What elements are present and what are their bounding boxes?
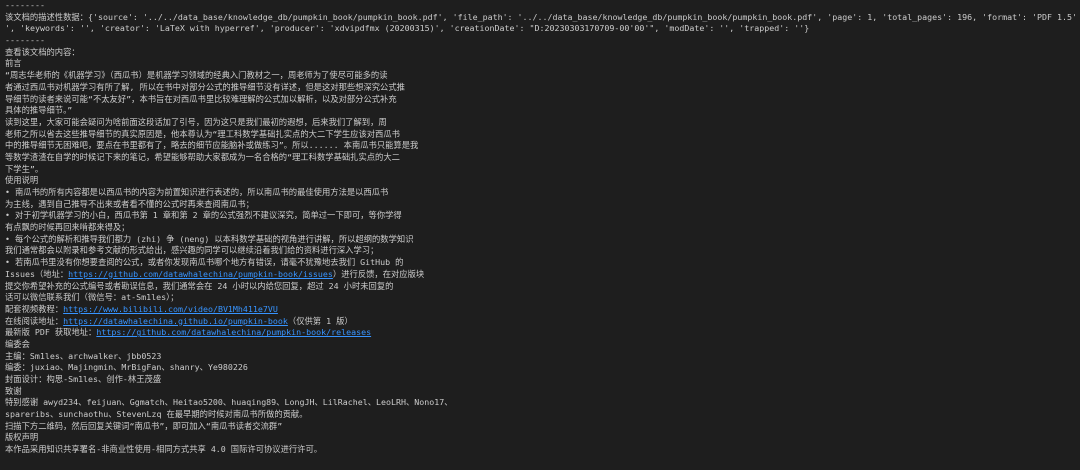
output-text: 为主线，遇到自己推导不出来或者看不懂的公式时再来查阅南瓜书； <box>5 198 254 209</box>
output-text: 提交你希望补充的公式编号或者勘误信息，我们通常会在 24 小时以内给您回复，超过… <box>5 280 394 291</box>
output-text: 具体的推导细节。” <box>5 105 73 116</box>
output-line: 主编：Sm1les、archwalker、jbb0523 <box>5 351 1077 363</box>
output-line: spareribs、sunchaothu、StevenLzq 在最早期的时候对南… <box>5 409 1077 421</box>
output-text: 编委：juxiao、Majingmin、MrBigFan、shanry、Ye98… <box>5 362 248 373</box>
output-text: 我们通常都会以附录和参考文献的形式给出，感兴趣的同学可以继续沿着我们给的资料进行… <box>5 245 379 256</box>
output-text: • 南瓜书的所有内容都是以西瓜书的内容为前置知识进行表述的，所以南瓜书的最佳使用… <box>5 187 389 197</box>
output-line: 使用说明 <box>5 175 1077 187</box>
output-line: 本作品采用知识共享署名-非商业性使用-相同方式共享 4.0 国际许可协议进行许可… <box>5 444 1077 456</box>
output-line: 查看该文档的内容： <box>5 47 1077 59</box>
output-text: spareribs、sunchaothu、StevenLzq 在最早期的时候对南… <box>5 409 308 420</box>
output-line: 编委：juxiao、Majingmin、MrBigFan、shanry、Ye98… <box>5 362 1077 374</box>
output-line: 导细节的读者来说可能“不太友好”，本书旨在对西瓜书里比较难理解的公式加以解析，以… <box>5 94 1077 106</box>
output-line: 等数学渣渣在自学的时候记下来的笔记，希望能够帮助大家都成为一名合格的“理工科数学… <box>5 152 1077 164</box>
output-line: 前言 <box>5 58 1077 70</box>
output-link[interactable]: https://www.bilibili.com/video/BV1Mh411e… <box>63 304 278 314</box>
output-line: 有点飘的时候再回来啃都来得及； <box>5 222 1077 234</box>
output-text: • 每个公式的解析和推导我们都力 (zhi) 争 (neng) 以本科数学基础的… <box>5 233 414 244</box>
output-line: • 若南瓜书里没有你想要查阅的公式，或者你发现南瓜书哪个地方有错误，请毫不犹豫地… <box>5 257 1077 269</box>
output-line: 该文档的描述性数据：{'source': '../../data_base/kn… <box>5 12 1077 24</box>
output-text: 本作品采用知识共享署名-非商业性使用-相同方式共享 4.0 国际许可协议进行许可… <box>5 444 323 455</box>
output-line: 我们通常都会以附录和参考文献的形式给出，感兴趣的同学可以继续沿着我们给的资料进行… <box>5 245 1077 257</box>
output-line: • 每个公式的解析和推导我们都力 (zhi) 争 (neng) 以本科数学基础的… <box>5 234 1077 246</box>
output-text: Issues（地址： <box>5 268 69 279</box>
output-text: 主编：Sm1les、archwalker、jbb0523 <box>5 350 162 361</box>
output-line: 为主线，遇到自己推导不出来或者看不懂的公式时再来查阅南瓜书； <box>5 199 1077 211</box>
output-line: “周志华老师的《机器学习》（西瓜书）是机器学习领域的经典入门教材之一，周老师为了… <box>5 70 1077 82</box>
output-text: 最新版 PDF 获取地址： <box>5 327 97 338</box>
notebook-output: -------- 该文档的描述性数据：{'source': '../../data… <box>5 0 1077 456</box>
output-text: 话可以微信联系我们（微信号：at-Sm1les）； <box>5 292 179 303</box>
output-text: 读到这里，大家可能会疑问为啥前面这段话加了引号，因为这只是我们最初的遐想，后来我… <box>5 116 387 127</box>
output-line: 老师之所以省去这些推导细节的真实原因是，他本尊认为“理工科数学基础扎实点的大二下… <box>5 129 1077 141</box>
output-text: ）进行反馈，在对应版块 <box>332 268 425 279</box>
output-text: 下学生”。 <box>5 163 44 174</box>
output-text: 特别感谢 awyd234、feijuan、Ggmatch、Heitao5200、… <box>5 397 453 408</box>
output-line: 在线阅读地址：https://datawhalechina.github.io/… <box>5 316 1077 328</box>
output-link[interactable]: https://github.com/datawhalechina/pumpki… <box>96 327 371 337</box>
output-text: 该文档的描述性数据：{'source': '../../data_base/kn… <box>5 11 1077 22</box>
output-text: • 对于初学机器学习的小白，西瓜书第 1 章和第 2 章的公式强烈不建议深究，简… <box>5 210 402 221</box>
output-text: “周志华老师的《机器学习》（西瓜书）是机器学习领域的经典入门教材之一，周老师为了… <box>5 70 388 81</box>
output-text: 中的推导细节无困难吧，要点在书里都有了，略去的细节应能脑补或做练习”。所以...… <box>5 140 419 151</box>
output-line: 编委会 <box>5 339 1077 351</box>
output-text: -------- <box>5 0 45 10</box>
output-text: ', 'keywords': '', 'creator': 'LaTeX wit… <box>5 23 810 34</box>
output-line: 扫描下方二维码，然后回复关键词“南瓜书”，即可加入“南瓜书读者交流群” <box>5 421 1077 433</box>
output-line: • 对于初学机器学习的小白，西瓜书第 1 章和第 2 章的公式强烈不建议深究，简… <box>5 210 1077 222</box>
output-line: 特别感谢 awyd234、feijuan、Ggmatch、Heitao5200、… <box>5 397 1077 409</box>
output-line: 最新版 PDF 获取地址：https://github.com/datawhal… <box>5 327 1077 339</box>
output-text: 查看该文档的内容： <box>5 46 80 57</box>
output-text: 者通过西瓜书对机器学习有所了解, 所以在书中对部分公式的推导细节没有详述，但是这… <box>5 81 405 92</box>
output-text: 有点飘的时候再回来啃都来得及； <box>5 222 130 233</box>
output-line: • 南瓜书的所有内容都是以西瓜书的内容为前置知识进行表述的，所以南瓜书的最佳使用… <box>5 187 1077 199</box>
output-text: 前言 <box>5 58 22 69</box>
output-line: 读到这里，大家可能会疑问为啥前面这段话加了引号，因为这只是我们最初的遐想，后来我… <box>5 117 1077 129</box>
output-line: ', 'keywords': '', 'creator': 'LaTeX wit… <box>5 23 1077 35</box>
output-line: 配套视频教程：https://www.bilibili.com/video/BV… <box>5 304 1077 316</box>
output-link[interactable]: https://datawhalechina.github.io/pumpkin… <box>63 316 288 326</box>
output-text: 封面设计：构思-Sm1les、创作-林王茂盛 <box>5 374 162 384</box>
output-text: 配套视频教程： <box>5 303 64 314</box>
output-text: 扫描下方二维码，然后回复关键词“南瓜书”，即可加入“南瓜书读者交流群” <box>5 420 283 431</box>
output-text: 版权声明 <box>5 432 39 443</box>
output-line: 提交你希望补充的公式编号或者勘误信息，我们通常会在 24 小时以内给您回复，超过… <box>5 281 1077 293</box>
output-text: 在线阅读地址： <box>5 315 64 326</box>
output-line: -------- <box>5 35 1077 47</box>
output-line: Issues（地址：https://github.com/datawhalech… <box>5 269 1077 281</box>
output-link[interactable]: https://github.com/datawhalechina/pumpki… <box>68 269 333 279</box>
output-line: 者通过西瓜书对机器学习有所了解, 所以在书中对部分公式的推导细节没有详述，但是这… <box>5 82 1077 94</box>
output-line: 话可以微信联系我们（微信号：at-Sm1les）； <box>5 292 1077 304</box>
output-text: 编委会 <box>5 338 30 349</box>
output-text: • 若南瓜书里没有你想要查阅的公式，或者你发现南瓜书哪个地方有错误，请毫不犹豫地… <box>5 257 404 268</box>
output-text: 致谢 <box>5 385 22 396</box>
output-text: 使用说明 <box>5 175 39 186</box>
output-text: 等数学渣渣在自学的时候记下来的笔记，希望能够帮助大家都成为一名合格的“理工科数学… <box>5 151 400 162</box>
output-line: 版权声明 <box>5 432 1077 444</box>
output-text: -------- <box>5 35 45 46</box>
output-text: 老师之所以省去这些推导细节的真实原因是，他本尊认为“理工科数学基础扎实点的大二下… <box>5 128 400 139</box>
output-line: 封面设计：构思-Sm1les、创作-林王茂盛 <box>5 374 1077 386</box>
output-text: 导细节的读者来说可能“不太友好”，本书旨在对西瓜书里比较难理解的公式加以解析，以… <box>5 93 397 104</box>
output-text: （仅供第 1 版） <box>287 315 353 326</box>
output-line: 中的推导细节无困难吧，要点在书里都有了，略去的细节应能脑补或做练习”。所以...… <box>5 140 1077 152</box>
output-line: 下学生”。 <box>5 164 1077 176</box>
output-line: 致谢 <box>5 386 1077 398</box>
output-line: -------- <box>5 0 1077 12</box>
output-line: 具体的推导细节。” <box>5 105 1077 117</box>
